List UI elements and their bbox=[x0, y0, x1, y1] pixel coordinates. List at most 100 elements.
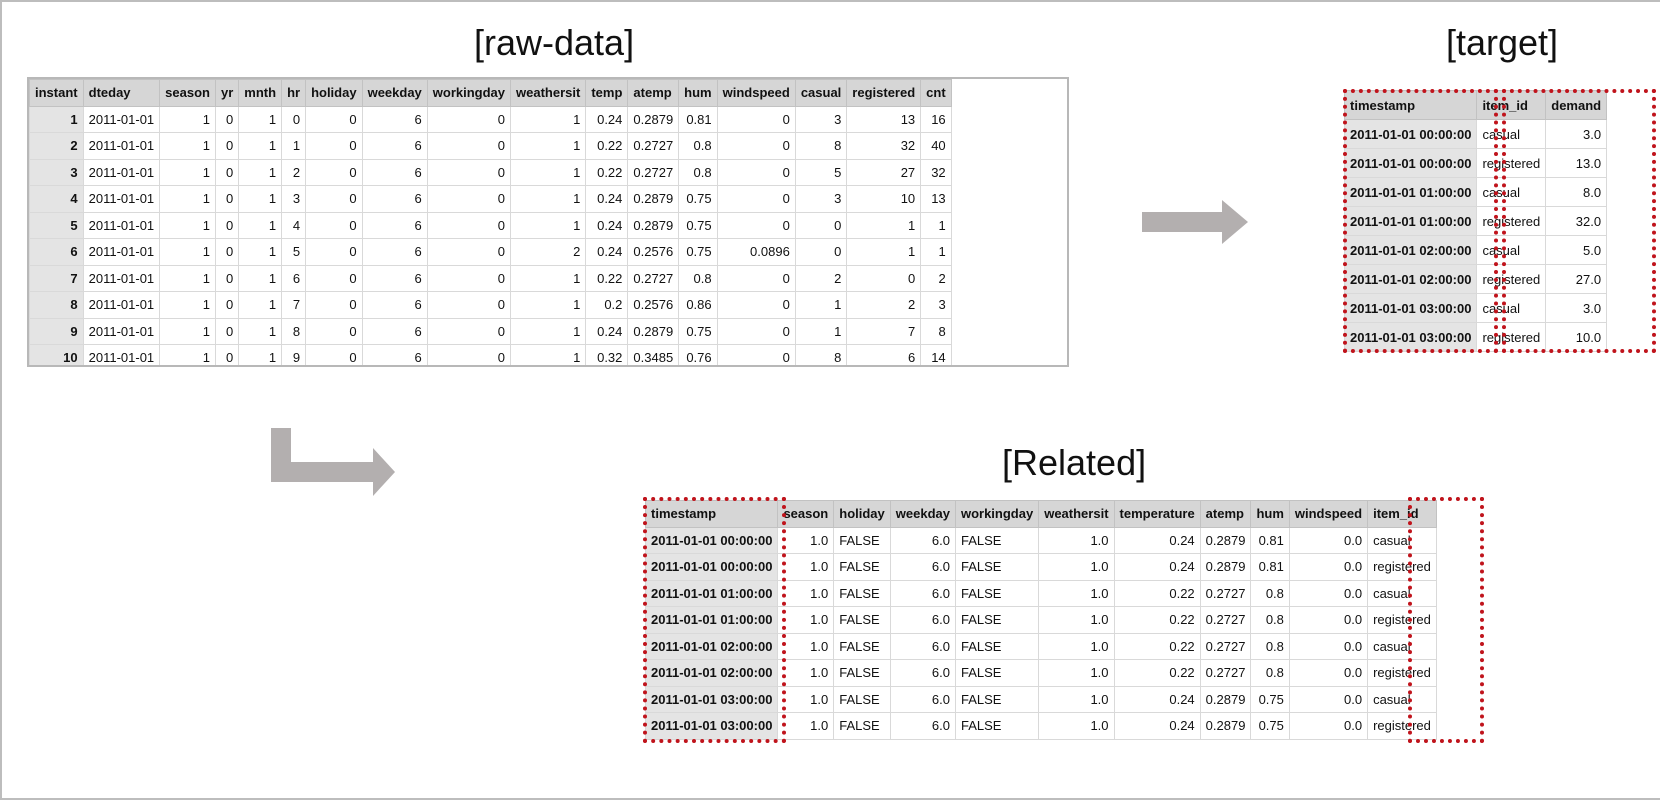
raw-data-cell-mnth: 1 bbox=[238, 132, 283, 160]
target-cell-timestamp: 2011-01-01 01:00:00 bbox=[1344, 177, 1478, 207]
raw-data-cell-yr: 0 bbox=[214, 185, 240, 213]
related-cell-atemp: 0.2879 bbox=[1199, 685, 1252, 713]
related-cell-hum: 0.8 bbox=[1250, 606, 1290, 634]
raw-data-cell-registered: 7 bbox=[846, 317, 922, 345]
target-cell-item_id: casual bbox=[1476, 119, 1547, 149]
raw-data-cell-weathersit: 1 bbox=[510, 344, 587, 365]
related-cell-workingday: FALSE bbox=[954, 526, 1040, 554]
raw-data-cell-instant: 10 bbox=[29, 344, 84, 365]
raw-data-cell-yr: 0 bbox=[214, 264, 240, 292]
raw-data-cell-season: 1 bbox=[159, 105, 216, 133]
raw-data-cell-registered: 1 bbox=[846, 211, 922, 239]
related-header-season: season bbox=[777, 500, 835, 528]
raw-data-cell-season: 1 bbox=[159, 185, 216, 213]
raw-data-cell-casual: 1 bbox=[794, 317, 848, 345]
related-cell-season: 1.0 bbox=[777, 685, 835, 713]
raw-data-row: 4 2011-01-01 1 0 1 3 0 6 0 1 0.24 0.2879 0.75 0 3 10 13 bbox=[29, 185, 952, 213]
raw-data-cell-season: 1 bbox=[159, 238, 216, 266]
raw-data-cell-weekday: 6 bbox=[361, 211, 428, 239]
raw-data-cell-season: 1 bbox=[159, 317, 216, 345]
target-cell-item_id: registered bbox=[1476, 148, 1547, 178]
raw-data-cell-hr: 3 bbox=[281, 185, 307, 213]
raw-data-cell-weathersit: 2 bbox=[510, 238, 587, 266]
target-row: 2011-01-01 03:00:00 casual 3.0 bbox=[1344, 293, 1608, 323]
target-row: 2011-01-01 00:00:00 casual 3.0 bbox=[1344, 119, 1608, 149]
related-cell-item_id: casual bbox=[1367, 526, 1437, 554]
target-cell-timestamp: 2011-01-01 03:00:00 bbox=[1344, 293, 1478, 323]
related-row: 2011-01-01 03:00:00 1.0 FALSE 6.0 FALSE 1.0 0.… bbox=[645, 685, 1437, 713]
related-header-hum: hum bbox=[1250, 500, 1290, 528]
raw-data-cell-workingday: 0 bbox=[426, 344, 512, 365]
related-cell-timestamp: 2011-01-01 03:00:00 bbox=[645, 712, 779, 740]
raw-data-cell-mnth: 1 bbox=[238, 238, 283, 266]
target-header-demand: demand bbox=[1545, 90, 1608, 120]
raw-data-cell-temp: 0.22 bbox=[585, 158, 629, 186]
raw-data-cell-workingday: 0 bbox=[426, 238, 512, 266]
raw-data-cell-registered: 32 bbox=[846, 132, 922, 160]
target-cell-demand: 32.0 bbox=[1545, 206, 1608, 236]
target-cell-item_id: casual bbox=[1476, 235, 1547, 265]
raw-data-cell-mnth: 1 bbox=[238, 264, 283, 292]
raw-data-cell-windspeed: 0 bbox=[716, 185, 796, 213]
target-cell-demand: 8.0 bbox=[1545, 177, 1608, 207]
raw-data-header-row: instant dteday season yr mnth hr holiday weekda… bbox=[29, 79, 952, 107]
raw-data-cell-yr: 0 bbox=[214, 317, 240, 345]
raw-data-cell-weathersit: 1 bbox=[510, 264, 587, 292]
related-cell-hum: 0.8 bbox=[1250, 632, 1290, 660]
raw-data-cell-holiday: 0 bbox=[305, 185, 363, 213]
raw-data-cell-atemp: 0.2879 bbox=[627, 105, 680, 133]
raw-data-cell-season: 1 bbox=[159, 291, 216, 319]
raw-data-cell-hum: 0.8 bbox=[678, 158, 718, 186]
raw-data-cell-weathersit: 1 bbox=[510, 291, 587, 319]
related-cell-holiday: FALSE bbox=[833, 659, 891, 687]
raw-data-cell-weekday: 6 bbox=[361, 264, 428, 292]
raw-data-cell-mnth: 1 bbox=[238, 158, 283, 186]
related-cell-temperature: 0.24 bbox=[1113, 553, 1201, 581]
raw-data-row: 3 2011-01-01 1 0 1 2 0 6 0 1 0.22 0.2727 0.8 0 5 27 32 bbox=[29, 158, 952, 186]
raw-data-row: 7 2011-01-01 1 0 1 6 0 6 0 1 0.22 0.2727 0.8 0 2 0 2 bbox=[29, 264, 952, 292]
raw-data-cell-yr: 0 bbox=[214, 105, 240, 133]
related-cell-timestamp: 2011-01-01 01:00:00 bbox=[645, 606, 779, 634]
raw-data-cell-holiday: 0 bbox=[305, 105, 363, 133]
raw-data-cell-dteday: 2011-01-01 bbox=[82, 132, 161, 160]
related-cell-workingday: FALSE bbox=[954, 659, 1040, 687]
raw-data-cell-instant: 6 bbox=[29, 238, 84, 266]
raw-data-header-atemp: atemp bbox=[627, 79, 680, 107]
raw-data-cell-holiday: 0 bbox=[305, 158, 363, 186]
raw-data-cell-casual: 3 bbox=[794, 105, 848, 133]
raw-data-cell-hr: 5 bbox=[281, 238, 307, 266]
related-cell-holiday: FALSE bbox=[833, 553, 891, 581]
raw-data-cell-casual: 1 bbox=[794, 291, 848, 319]
raw-data-cell-instant: 9 bbox=[29, 317, 84, 345]
related-cell-season: 1.0 bbox=[777, 526, 835, 554]
raw-data-header-temp: temp bbox=[585, 79, 629, 107]
raw-data-cell-hr: 1 bbox=[281, 132, 307, 160]
related-table-frame: timestamp season holiday weekday workingday w… bbox=[645, 500, 1485, 745]
raw-data-header-weathersit: weathersit bbox=[510, 79, 587, 107]
raw-data-cell-yr: 0 bbox=[214, 158, 240, 186]
raw-data-cell-season: 1 bbox=[159, 211, 216, 239]
related-title: [Related] bbox=[1002, 442, 1147, 483]
related-cell-weekday: 6.0 bbox=[889, 553, 956, 581]
raw-data-cell-workingday: 0 bbox=[426, 185, 512, 213]
related-cell-weathersit: 1.0 bbox=[1038, 553, 1115, 581]
raw-data-cell-weekday: 6 bbox=[361, 238, 428, 266]
related-row: 2011-01-01 02:00:00 1.0 FALSE 6.0 FALSE 1.0 0.… bbox=[645, 659, 1437, 687]
related-cell-holiday: FALSE bbox=[833, 712, 891, 740]
raw-data-cell-casual: 2 bbox=[794, 264, 848, 292]
raw-data-cell-weekday: 6 bbox=[361, 317, 428, 345]
raw-data-cell-holiday: 0 bbox=[305, 344, 363, 365]
related-cell-holiday: FALSE bbox=[833, 685, 891, 713]
raw-data-cell-windspeed: 0 bbox=[716, 105, 796, 133]
raw-data-cell-hr: 0 bbox=[281, 105, 307, 133]
related-cell-season: 1.0 bbox=[777, 632, 835, 660]
raw-data-header-yr: yr bbox=[214, 79, 240, 107]
related-cell-weathersit: 1.0 bbox=[1038, 632, 1115, 660]
raw-data-cell-workingday: 0 bbox=[426, 158, 512, 186]
related-header-timestamp: timestamp bbox=[645, 500, 779, 528]
raw-data-cell-season: 1 bbox=[159, 158, 216, 186]
raw-data-cell-workingday: 0 bbox=[426, 264, 512, 292]
raw-data-cell-instant: 7 bbox=[29, 264, 84, 292]
raw-data-cell-weathersit: 1 bbox=[510, 105, 587, 133]
raw-data-cell-instant: 5 bbox=[29, 211, 84, 239]
